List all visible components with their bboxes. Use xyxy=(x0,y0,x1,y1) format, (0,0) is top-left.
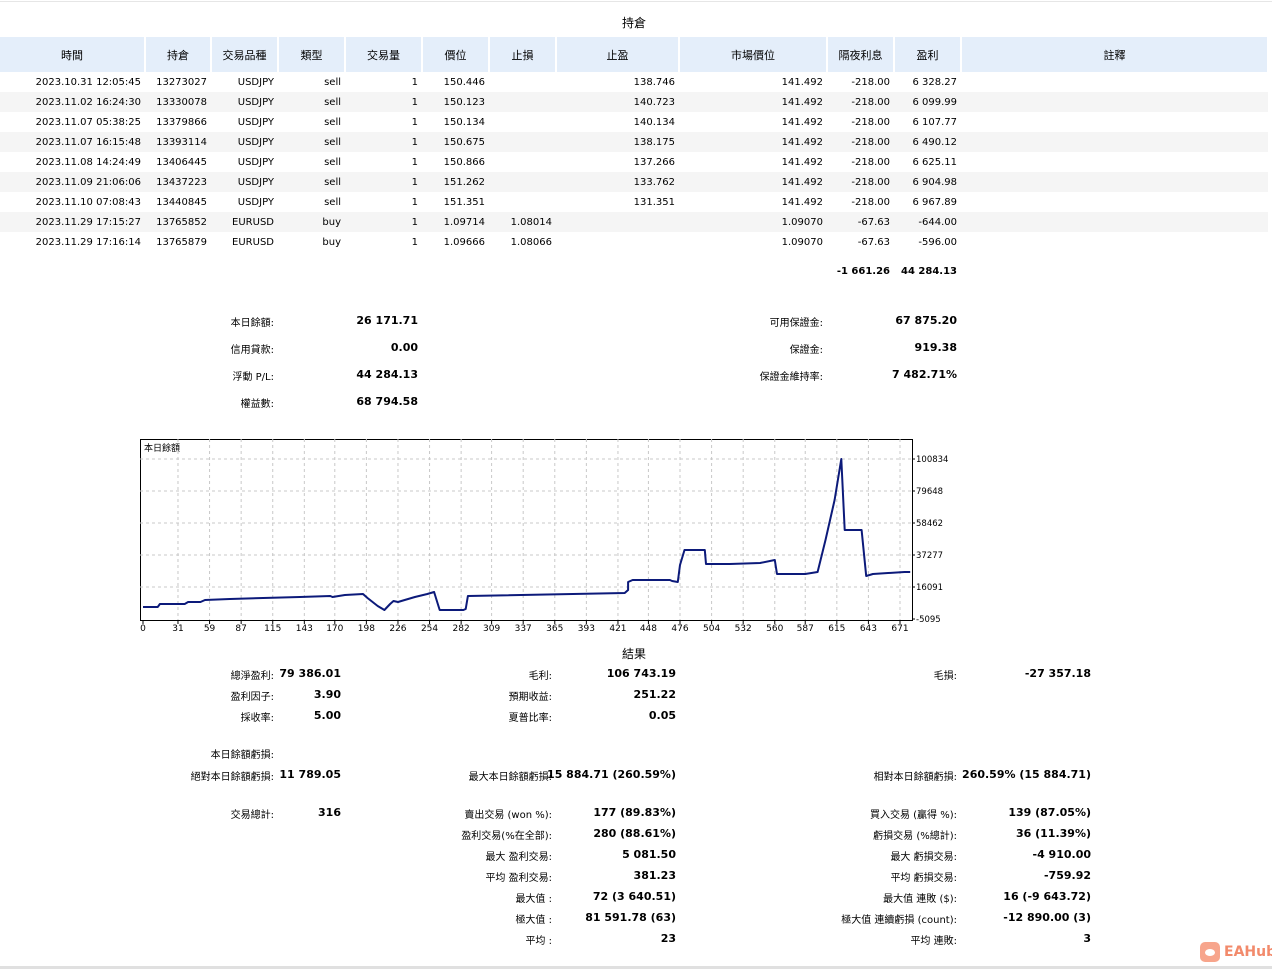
result-label: 毛利: xyxy=(528,671,552,682)
x-tick-label: 31 xyxy=(172,624,183,634)
x-tick-label: 59 xyxy=(204,624,216,634)
result-value: 106 743.19 xyxy=(606,667,676,680)
x-tick-label: 143 xyxy=(296,624,313,634)
result-label: 賣出交易 (won %): xyxy=(464,810,552,821)
result-label: 極大值 連續虧損 (count): xyxy=(841,915,957,926)
x-tick-label: 643 xyxy=(860,624,877,634)
result-value: 3 xyxy=(1083,932,1091,945)
result-value: 5 081.50 xyxy=(622,848,676,861)
y-tick-label: 58462 xyxy=(916,519,943,529)
chart-title: 本日餘額 xyxy=(144,442,180,454)
x-tick-label: 198 xyxy=(358,624,375,634)
result-label: 虧損交易 (%總計): xyxy=(873,831,957,842)
x-tick-label: 615 xyxy=(828,624,845,634)
result-value: 177 (89.83%) xyxy=(593,806,676,819)
result-label: 平均 : xyxy=(525,936,552,947)
result-value: 5.00 xyxy=(313,709,341,722)
result-value: 0.05 xyxy=(648,709,676,722)
result-label: 最大值 連敗 ($): xyxy=(883,894,957,905)
x-tick-label: 226 xyxy=(389,624,406,634)
result-label: 最大 盈利交易: xyxy=(485,852,552,863)
result-value: 72 (3 640.51) xyxy=(592,890,676,903)
result-value: 381.23 xyxy=(633,869,676,882)
x-tick-label: 254 xyxy=(421,624,438,634)
result-label: 本日餘額虧損: xyxy=(210,750,274,761)
x-tick-label: 309 xyxy=(483,624,500,634)
x-tick-label: 421 xyxy=(609,624,626,634)
x-tick-label: 532 xyxy=(735,624,752,634)
result-label: 預期收益: xyxy=(508,692,552,703)
result-value: 15 884.71 (260.59%) xyxy=(547,768,676,781)
result-label: 夏普比率: xyxy=(508,713,552,724)
x-tick-label: 87 xyxy=(235,624,246,634)
y-tick-label: -5095 xyxy=(916,615,941,625)
x-tick-label: 476 xyxy=(671,624,688,634)
x-tick-label: 337 xyxy=(515,624,532,634)
x-tick-label: 560 xyxy=(766,624,783,634)
watermark-text: EAHub xyxy=(1224,944,1272,960)
result-value: 251.22 xyxy=(633,688,676,701)
x-tick-label: 504 xyxy=(703,624,720,634)
result-value: 280 (88.61%) xyxy=(593,827,676,840)
result-label: 平均 虧損交易: xyxy=(890,873,957,884)
y-tick-label: 16091 xyxy=(916,583,943,593)
results-title: 結果 xyxy=(621,647,646,661)
result-label: 毛損: xyxy=(933,671,957,682)
x-tick-label: 282 xyxy=(453,624,470,634)
result-value: 23 xyxy=(660,932,676,945)
result-value: 260.59% (15 884.71) xyxy=(962,768,1091,781)
result-value: 139 (87.05%) xyxy=(1008,806,1091,819)
result-value: -12 890.00 (3) xyxy=(1003,911,1091,924)
result-label: 盈利交易(%在全部): xyxy=(461,831,552,842)
result-label: 買入交易 (贏得 %): xyxy=(869,810,957,821)
x-tick-label: 0 xyxy=(140,624,146,634)
x-tick-label: 587 xyxy=(797,624,814,634)
x-tick-label: 671 xyxy=(891,624,908,634)
x-tick-label: 115 xyxy=(264,624,281,634)
result-label: 平均 連敗: xyxy=(910,936,957,947)
result-value: 81 591.78 (63) xyxy=(585,911,676,924)
eahub-watermark: EAHub xyxy=(1200,942,1272,962)
result-value: 11 789.05 xyxy=(279,768,341,781)
x-tick-label: 170 xyxy=(326,624,343,634)
y-tick-label: 100834 xyxy=(916,455,948,465)
result-value: 316 xyxy=(318,806,341,819)
balance-chart: 0 31 59 87 115 143 170 198 226 254 282 309 337 365 393… xyxy=(140,439,948,634)
y-tick-label: 79648 xyxy=(916,487,943,497)
result-label: 平均 盈利交易: xyxy=(485,873,552,884)
plot-area xyxy=(140,439,913,621)
x-tick-label: 393 xyxy=(578,624,595,634)
result-label: 相對本日餘額虧損: xyxy=(873,772,957,783)
result-value: 16 (-9 643.72) xyxy=(1003,890,1091,903)
result-label: 極大值 : xyxy=(515,915,552,926)
x-tick-label: 365 xyxy=(546,624,563,634)
result-value: 79 386.01 xyxy=(279,667,341,680)
result-label: 最大 虧損交易: xyxy=(890,852,957,863)
result-label: 最大值 : xyxy=(515,894,552,905)
result-value: -27 357.18 xyxy=(1024,667,1091,680)
result-value: -4 910.00 xyxy=(1032,848,1092,861)
x-tick-label: 448 xyxy=(640,624,657,634)
eahub-logo-icon xyxy=(1200,942,1220,962)
result-value: -759.92 xyxy=(1043,869,1091,882)
result-label: 最大本日餘額虧損: xyxy=(468,772,552,783)
result-value: 3.90 xyxy=(313,688,341,701)
y-tick-label: 37277 xyxy=(916,551,943,561)
result-value: 36 (11.39%) xyxy=(1015,827,1091,840)
